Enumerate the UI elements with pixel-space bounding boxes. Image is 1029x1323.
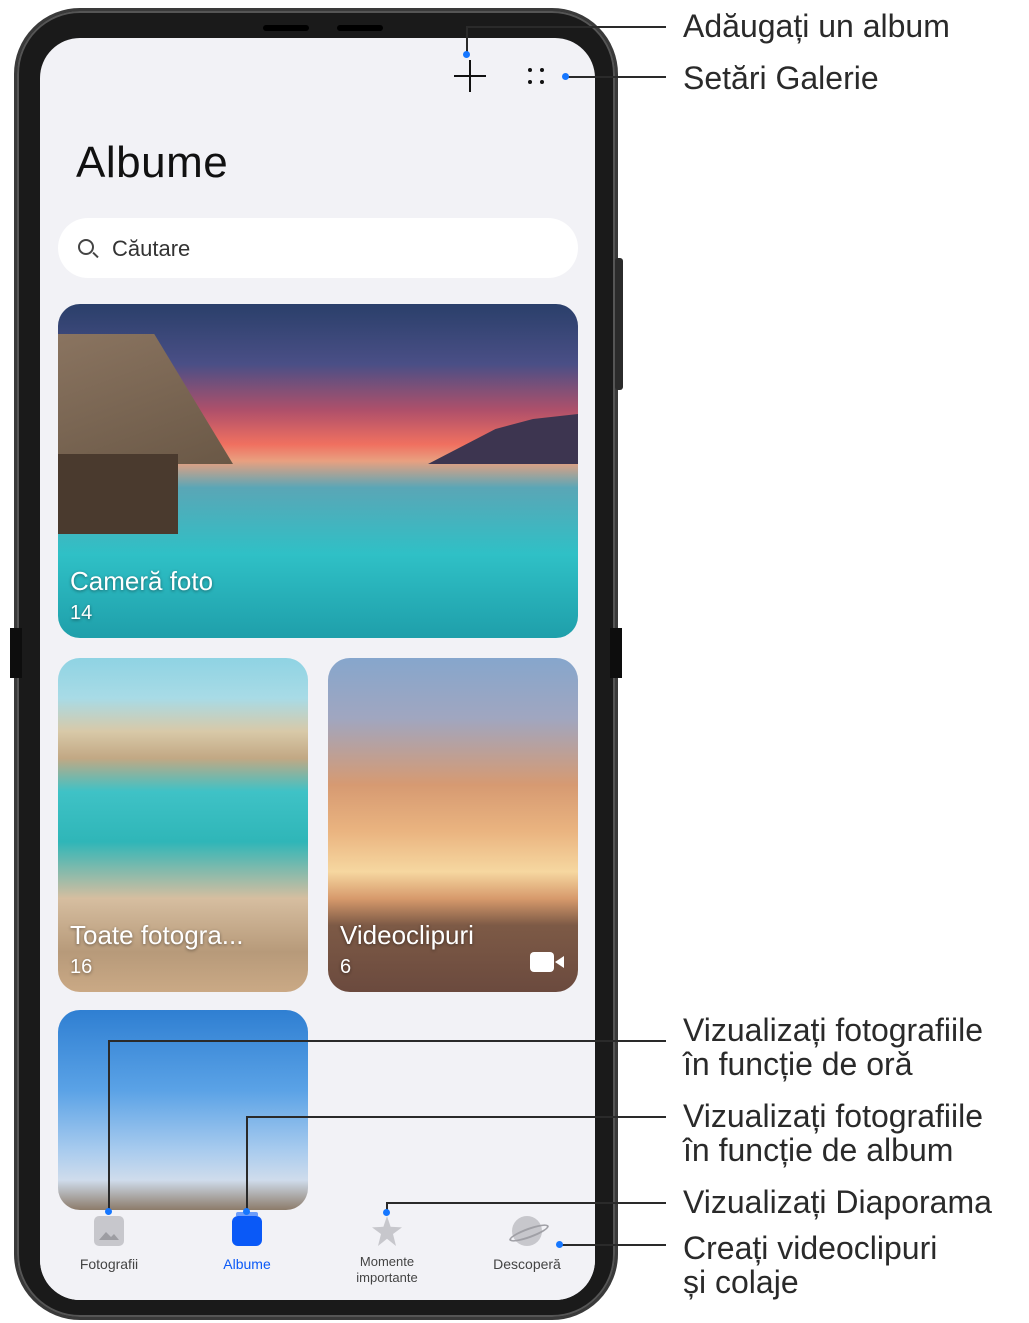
callout-create: Creați videoclipuri [683, 1230, 938, 1266]
page-title: Albume [76, 138, 229, 187]
search-icon [78, 239, 94, 255]
callout-dot [556, 1241, 563, 1248]
album-card-camera[interactable]: Cameră foto 14 [58, 304, 578, 638]
callout-line [108, 1040, 110, 1210]
nav-label: importante [356, 1270, 418, 1285]
album-count: 16 [70, 956, 93, 978]
callout-view-by-time-2: în funcție de oră [683, 1046, 913, 1082]
album-card-all-photos[interactable]: Toate fotogra... 16 [58, 658, 308, 992]
nav-label: Momente [359, 1254, 415, 1269]
speaker-grille [263, 25, 309, 31]
album-name: Toate fotogra... [70, 920, 244, 950]
callout-line [386, 1202, 666, 1204]
speaker-grille [337, 25, 383, 31]
search-bar[interactable]: Căutare [58, 218, 578, 278]
callout-view-by-album: Vizualizați fotografiile [683, 1098, 984, 1134]
callout-line [466, 26, 666, 28]
callout-view-by-album-2: în funcție de album [683, 1132, 954, 1168]
callout-slideshow: Vizualizați Diaporama [683, 1184, 992, 1220]
callout-dot [105, 1208, 112, 1215]
album-count: 6 [340, 956, 352, 978]
mountain [428, 414, 578, 464]
nav-label: Descoperă [493, 1256, 561, 1272]
callout-line [246, 1116, 666, 1118]
callout-line [246, 1116, 248, 1210]
callout-line [108, 1040, 666, 1042]
hut-roof [58, 334, 233, 464]
callout-dot [562, 73, 569, 80]
screen: Albume Căutare Cameră foto 14 Toate foto… [40, 38, 595, 1300]
callout-dot [383, 1209, 390, 1216]
album-name: Videoclipuri [340, 920, 474, 950]
callout-add-album: Adăugați un album [683, 8, 950, 44]
callout-dot [463, 51, 470, 58]
callout-view-by-time: Vizualizați fotografiile [683, 1012, 984, 1048]
callout-create-2: și colaje [683, 1264, 799, 1300]
add-album-icon[interactable] [450, 56, 490, 96]
album-name: Cameră foto [70, 566, 214, 596]
album-count: 14 [70, 602, 93, 624]
hinge [10, 628, 22, 678]
photos-icon [94, 1216, 124, 1246]
callout-line [466, 26, 468, 54]
search-placeholder: Căutare [112, 236, 191, 261]
nav-label: Fotografii [79, 1256, 139, 1272]
callout-line [568, 76, 666, 78]
albums-icon [232, 1212, 262, 1246]
album-card-videos[interactable]: Videoclipuri 6 [328, 658, 578, 992]
callout-dot [243, 1208, 250, 1215]
hut-body [58, 454, 178, 534]
callout-gallery-settings: Setări Galerie [683, 60, 879, 96]
planet-icon [512, 1216, 542, 1246]
bottom-navigation: Fotografii Albume Momente importante Des… [40, 1210, 595, 1300]
more-options-icon[interactable] [524, 64, 554, 90]
hinge [610, 628, 622, 678]
star-icon [372, 1216, 402, 1246]
side-button [615, 258, 623, 390]
callout-line [562, 1244, 666, 1246]
video-camera-icon [530, 952, 564, 972]
nav-label: Albume [223, 1256, 271, 1272]
